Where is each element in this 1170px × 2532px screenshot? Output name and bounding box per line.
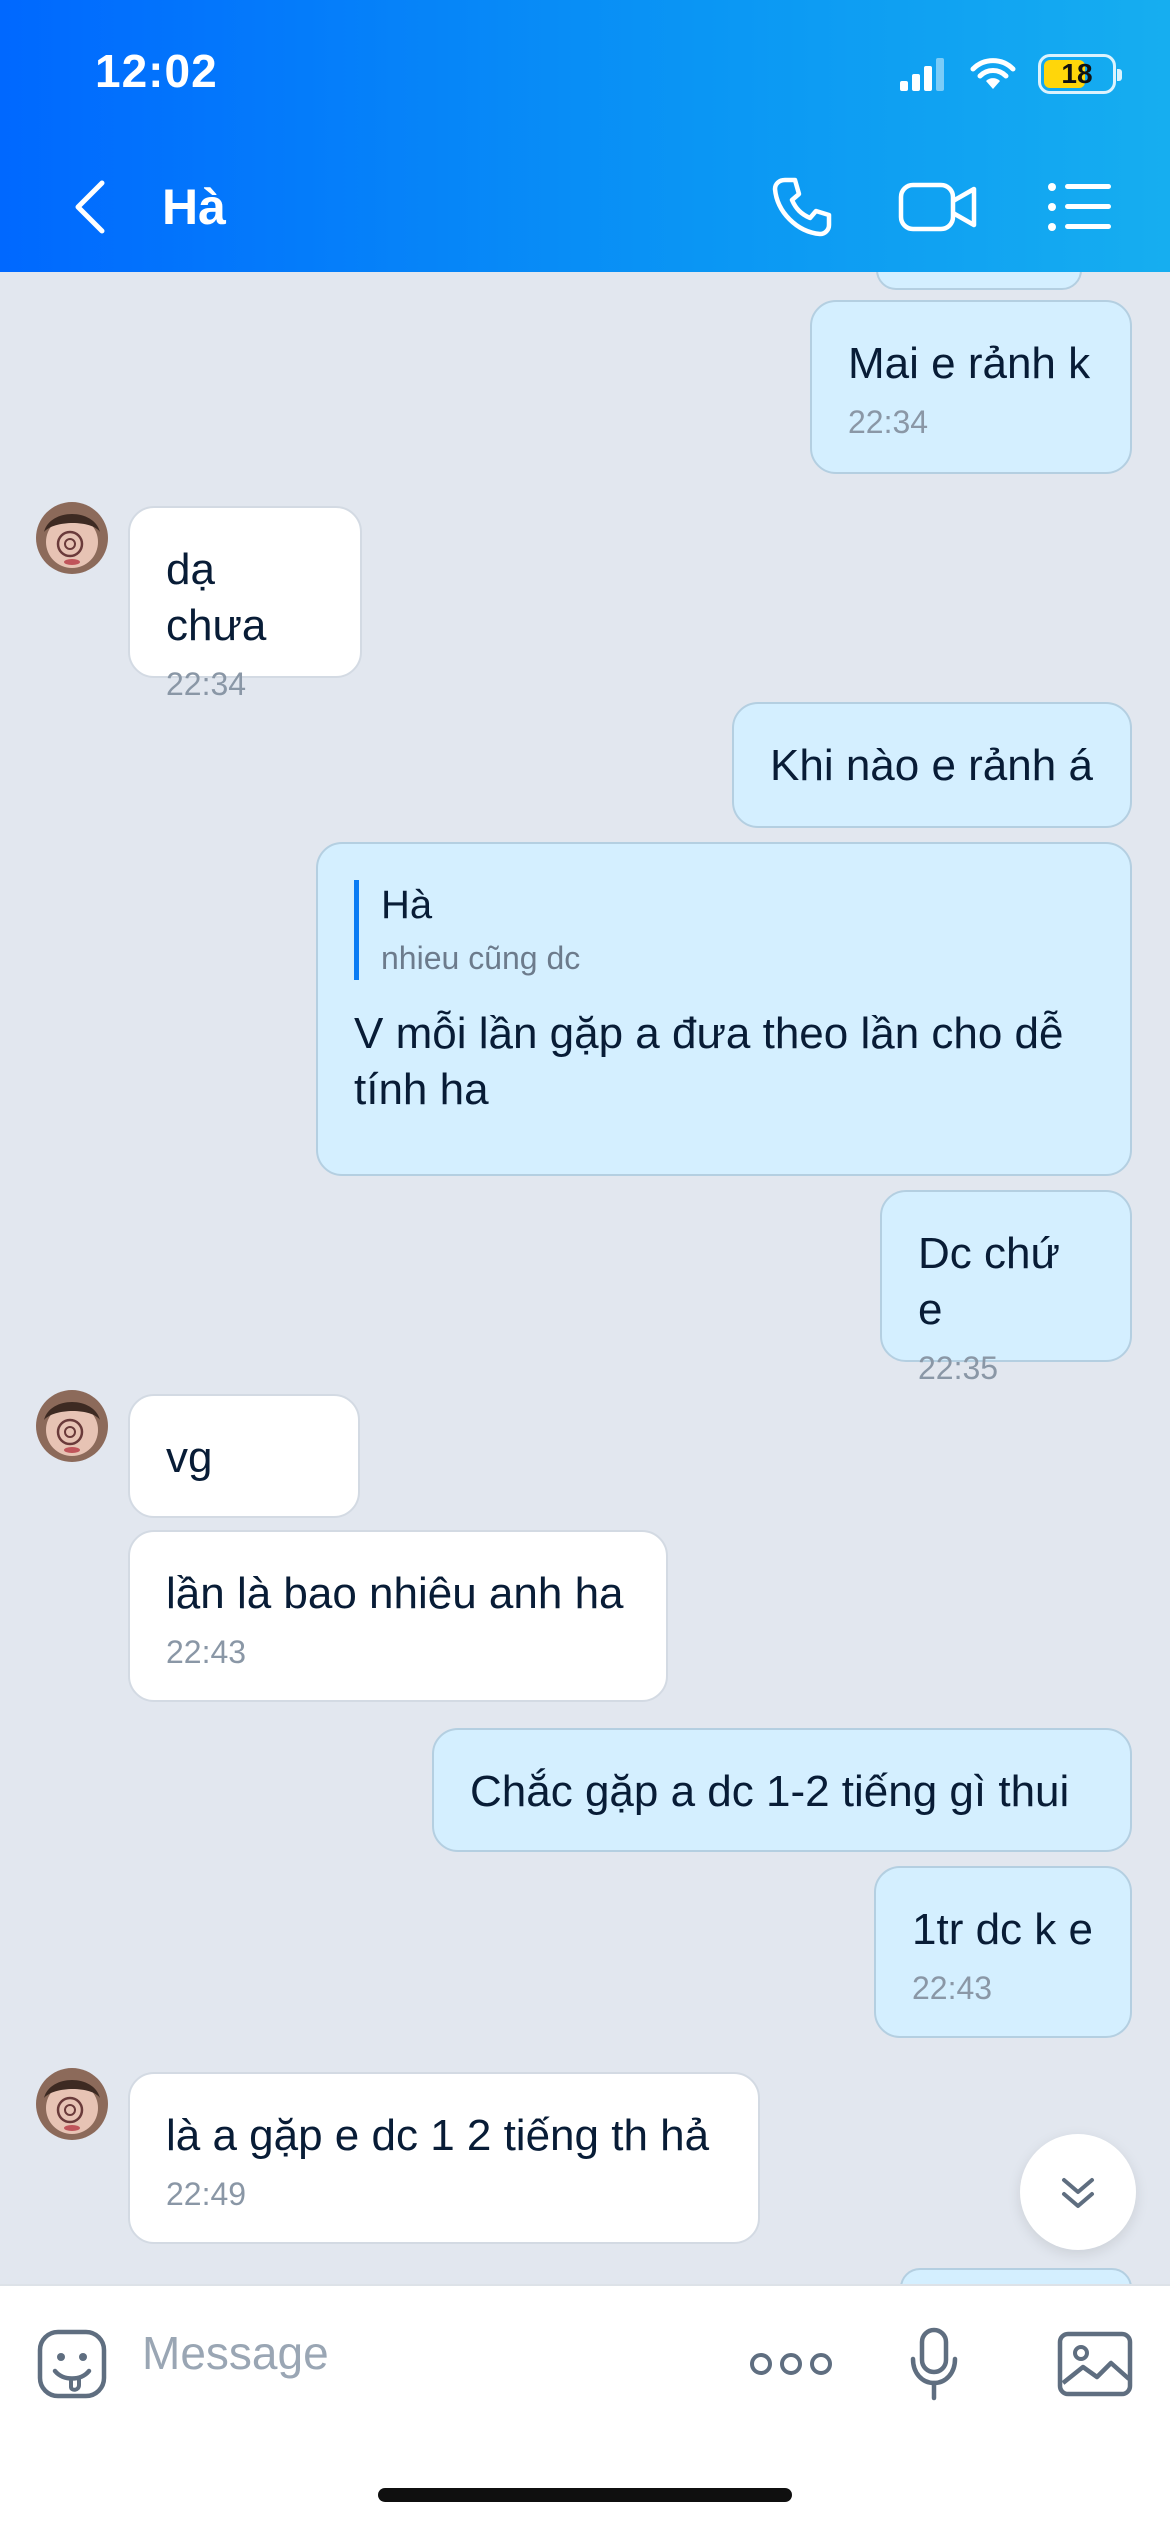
voice-call-button[interactable] xyxy=(762,172,842,242)
message-text: vg xyxy=(166,1433,213,1482)
message-text: 1tr dc k e xyxy=(912,1905,1093,1954)
chevron-left-icon xyxy=(75,180,105,234)
quoted-sender: Hà xyxy=(381,883,433,927)
message-text: Chắc gặp a dc 1-2 tiếng gì thui xyxy=(470,1767,1070,1816)
reply-message-bubble[interactable]: Hà nhieu cũng dc V mỗi lần gặp a đưa the… xyxy=(316,842,1132,1176)
message-text: Dc chứ e xyxy=(918,1229,1060,1334)
sticker-button[interactable] xyxy=(36,2324,108,2404)
message-time: 22:34 xyxy=(848,404,929,440)
message-text: Khi nào e rảnh á xyxy=(770,741,1093,790)
double-chevron-down-icon xyxy=(1062,2178,1094,2208)
signal-icon xyxy=(900,58,944,91)
image-icon xyxy=(1057,2331,1133,2397)
message-text: lần là bao nhiêu anh ha xyxy=(166,1569,624,1618)
list-menu-icon xyxy=(1048,183,1111,231)
battery-icon: 18 xyxy=(1038,54,1122,94)
message-bubble-in[interactable]: lần là bao nhiêu anh ha 22:43 xyxy=(128,1530,668,1702)
voice-record-button[interactable] xyxy=(906,2324,962,2404)
message-text: là a gặp e dc 1 2 tiếng th hả xyxy=(166,2111,710,2160)
quoted-text: nhieu cũng dc xyxy=(381,940,581,976)
message-text: dạ chưa xyxy=(166,545,267,650)
message-text: V mỗi lần gặp a đưa theo lần cho dễ tính… xyxy=(354,1009,1064,1114)
message-time: 22:49 xyxy=(166,2176,247,2212)
message-bubble-in[interactable]: dạ chưa 22:34 xyxy=(128,506,362,702)
avatar[interactable] xyxy=(36,502,108,574)
message-bubble-out[interactable]: Chắc gặp a dc 1-2 tiếng gì thui xyxy=(432,1728,1132,1852)
message-bubble-out[interactable]: Dc chứ e 22:35 xyxy=(880,1190,1132,1386)
message-bubble-in[interactable]: là a gặp e dc 1 2 tiếng th hả 22:49 xyxy=(128,2072,760,2244)
message-time: 22:43 xyxy=(166,1634,247,1670)
message-input[interactable]: Message xyxy=(142,2326,329,2380)
phone-icon xyxy=(772,177,832,237)
message-time: 22:43 xyxy=(912,1970,993,2006)
more-dots-icon xyxy=(750,2353,832,2375)
message-time: 22:34 xyxy=(166,666,247,702)
avatar[interactable] xyxy=(36,2068,108,2140)
menu-button[interactable] xyxy=(1040,172,1120,242)
scroll-to-bottom-button[interactable] xyxy=(1020,2134,1136,2250)
message-bubble-out[interactable]: Khi nào e rảnh á xyxy=(732,702,1132,828)
video-camera-icon xyxy=(898,182,977,232)
image-picker-button[interactable] xyxy=(1056,2324,1134,2404)
status-icons: 18 xyxy=(900,52,1122,96)
home-indicator xyxy=(378,2488,792,2502)
chat-header: 12:02 18 Hà xyxy=(0,0,1170,272)
microphone-icon xyxy=(910,2327,958,2401)
sticker-face-icon xyxy=(37,2329,107,2399)
wifi-icon xyxy=(970,58,1016,89)
back-button[interactable] xyxy=(60,172,120,242)
more-options-button[interactable] xyxy=(748,2324,834,2404)
video-call-button[interactable] xyxy=(898,172,978,242)
message-text: Mai e rảnh k xyxy=(848,339,1091,388)
message-bubble-out[interactable]: 1tr dc k e 22:43 xyxy=(874,1866,1132,2038)
quoted-message[interactable]: Hà nhieu cũng dc xyxy=(354,880,1094,980)
message-bubble-in[interactable]: vg xyxy=(128,1394,360,1518)
avatar[interactable] xyxy=(36,1390,108,1462)
battery-level: 18 xyxy=(1061,58,1093,89)
contact-name[interactable]: Hà xyxy=(162,178,226,236)
status-time: 12:02 xyxy=(95,45,218,97)
message-time: 22:35 xyxy=(918,1350,999,1386)
message-bubble-out[interactable]: Mai e rảnh k 22:34 xyxy=(810,300,1132,474)
